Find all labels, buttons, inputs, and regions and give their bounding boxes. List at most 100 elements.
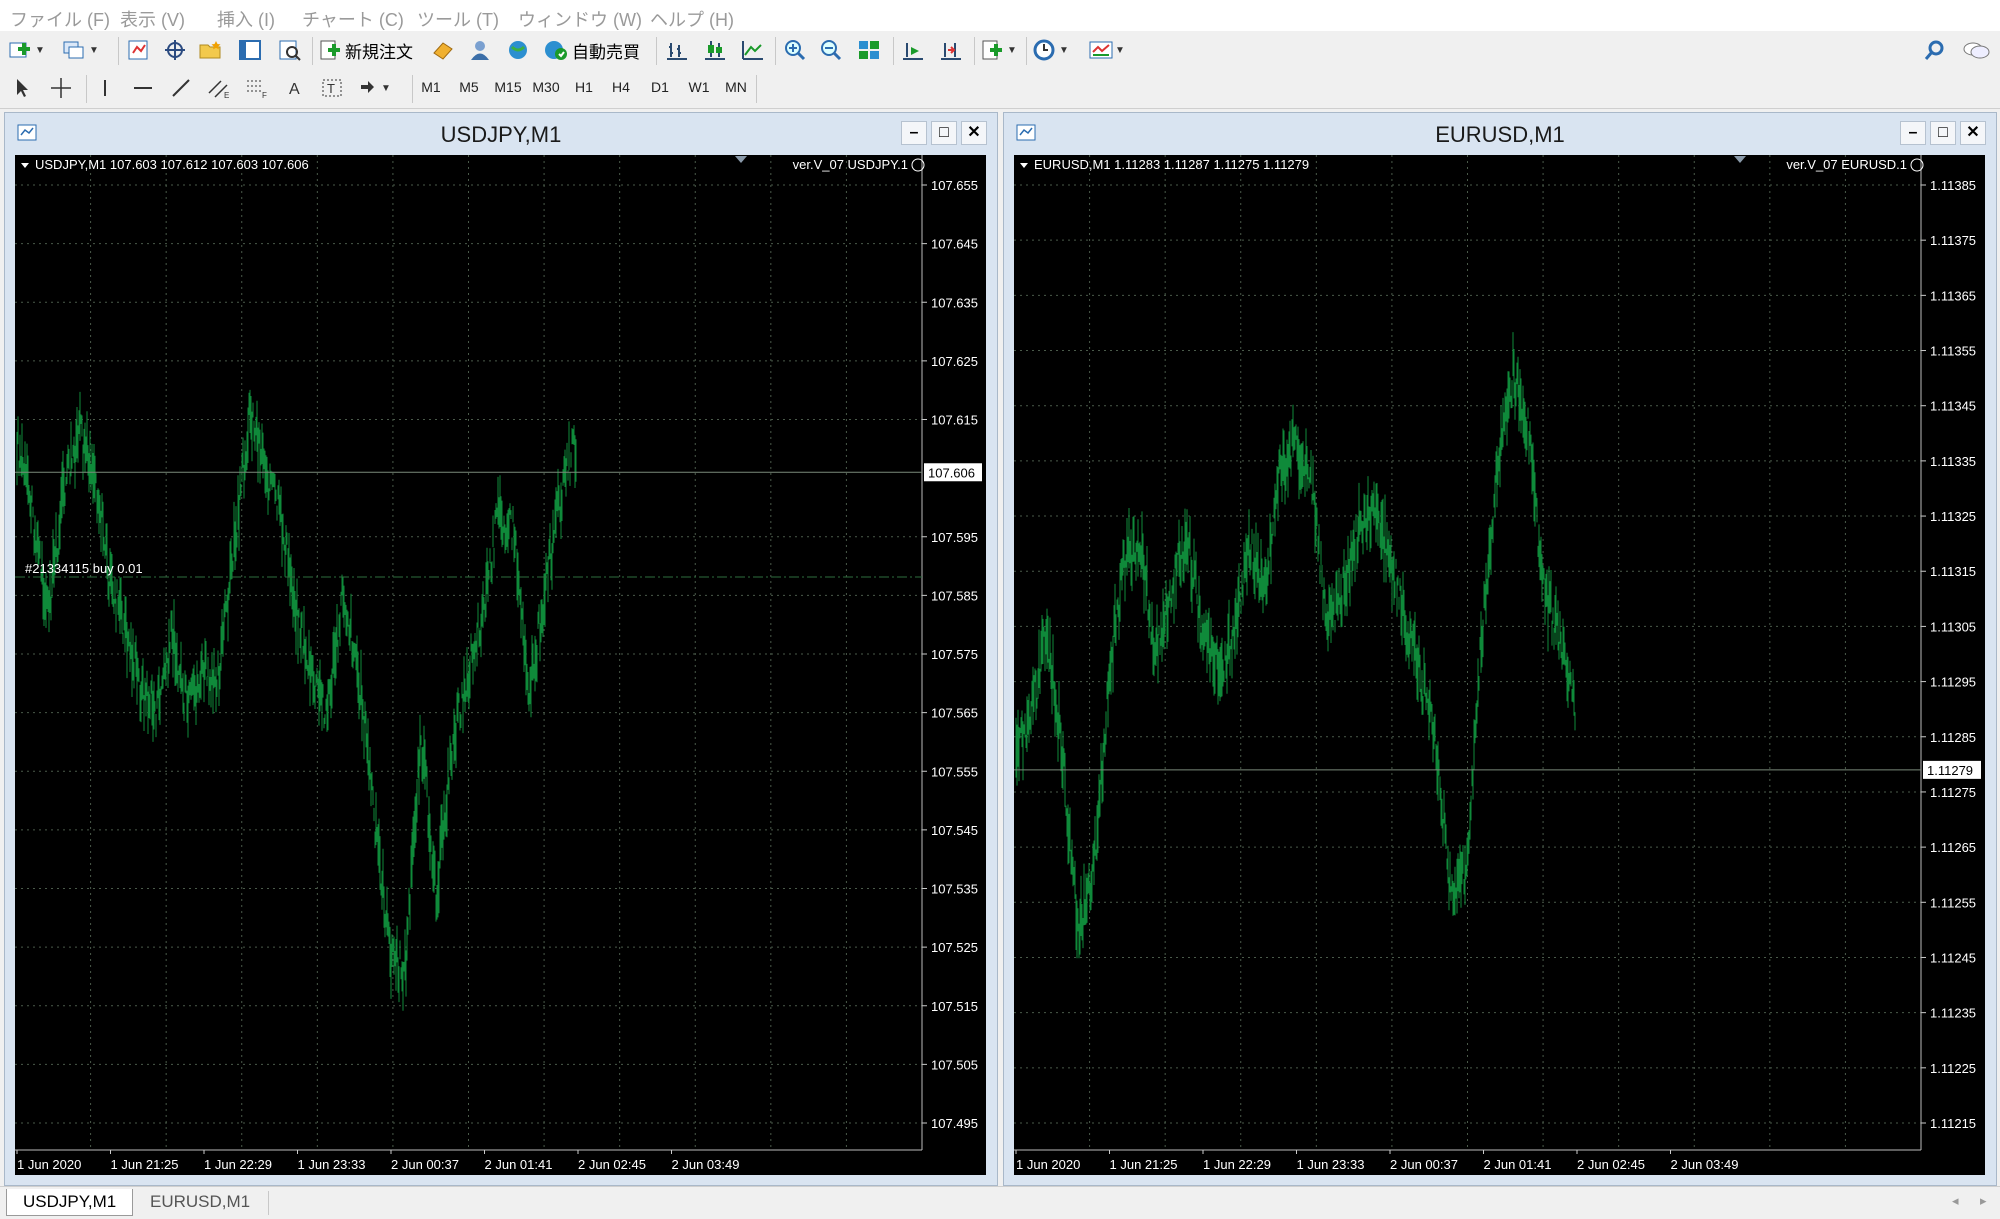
market-watch-button[interactable] — [124, 36, 154, 64]
signals-button[interactable] — [465, 36, 495, 64]
price-label: 1.11355 — [1930, 344, 1976, 359]
time-label: 1 Jun 2020 — [17, 1157, 81, 1172]
menu-tools[interactable]: ツール (T) — [417, 6, 499, 32]
chevron-down-icon[interactable]: ▼ — [35, 45, 45, 56]
price-label: 1.11285 — [1930, 730, 1976, 745]
timeframe-m15[interactable]: M15 — [491, 79, 525, 95]
price-chart-usdjpy[interactable]: 107.655 107.645 107.635 107.625 107.615 107.5… — [5, 113, 997, 1185]
data-window-button[interactable] — [160, 36, 190, 64]
strategy-tester-button[interactable] — [275, 36, 305, 64]
indicators-button[interactable]: ▼ — [980, 36, 1017, 64]
autotrade-button[interactable]: 自動売買 — [543, 36, 640, 64]
price-label: 107.525 — [931, 940, 978, 955]
price-label: 107.635 — [931, 295, 978, 310]
price-chart-eurusd[interactable]: 1.11385 1.11375 1.11365 1.11355 1.11345 1.113… — [1004, 113, 1996, 1185]
equidistant-channel-button[interactable]: E — [204, 74, 234, 102]
metaeditor-button[interactable] — [428, 36, 458, 64]
periods-button[interactable]: ▼ — [1032, 36, 1069, 64]
menu-bar: ファイル (F) 表示 (V) 挿入 (I) チャート (C) ツール (T) … — [0, 0, 2000, 32]
candlestick-button[interactable] — [700, 36, 730, 64]
horizontal-line-button[interactable] — [128, 74, 158, 102]
tile-windows-button[interactable] — [854, 36, 884, 64]
zoom-out-button[interactable] — [816, 36, 846, 64]
trendline-button[interactable] — [166, 74, 196, 102]
auto-scroll-button[interactable] — [898, 36, 928, 64]
menu-window[interactable]: ウィンドウ (W) — [518, 6, 642, 32]
menu-view[interactable]: 表示 (V) — [120, 6, 185, 32]
timeframe-h4[interactable]: H4 — [604, 79, 638, 95]
profiles-button[interactable]: ▼ — [62, 36, 99, 64]
tab-scroll-left-icon[interactable]: ◂ — [1952, 1193, 1959, 1209]
tab-eurusd[interactable]: EURUSD,M1 — [134, 1189, 266, 1215]
auto-scroll-icon — [903, 43, 923, 60]
fibonacci-button[interactable]: F — [242, 74, 272, 102]
terminal-icon — [239, 40, 261, 60]
crosshair-button[interactable] — [46, 74, 76, 102]
chevron-down-icon[interactable]: ▼ — [89, 45, 99, 56]
price-label: 1.11345 — [1930, 399, 1976, 414]
timeframe-m30[interactable]: M30 — [529, 79, 563, 95]
chart-background — [15, 155, 986, 1175]
arrows-button[interactable]: ▼ — [358, 74, 391, 102]
text-icon: A — [289, 81, 300, 98]
price-label: 107.655 — [931, 178, 978, 193]
new-chart-button[interactable]: ▼ — [8, 36, 45, 64]
new-chart-icon — [9, 42, 30, 58]
market-button[interactable] — [503, 36, 533, 64]
price-label: 107.565 — [931, 706, 978, 721]
menu-help[interactable]: ヘルプ (H) — [650, 6, 734, 32]
time-label: 1 Jun 22:29 — [204, 1157, 272, 1172]
chart-tabs-bar: USDJPY,M1 EURUSD,M1 ◂ ▸ — [0, 1186, 2000, 1219]
new-order-button[interactable]: 新規注文 — [318, 36, 413, 64]
template-icon — [1089, 41, 1113, 59]
vertical-line-button[interactable] — [92, 74, 118, 102]
book-icon — [433, 42, 453, 60]
chart-shift-button[interactable] — [936, 36, 966, 64]
current-price-label: 1.11279 — [1927, 763, 1973, 778]
price-label: 1.11325 — [1930, 509, 1976, 524]
text-label-button[interactable]: T — [318, 74, 346, 102]
chart-info-label: USDJPY,M1 107.603 107.612 107.603 107.60… — [35, 157, 309, 172]
price-label: 1.11265 — [1930, 840, 1976, 855]
chart-window-usdjpy[interactable]: USDJPY,M1 – □ ✕ 107.655 107.645 107.635 107… — [4, 112, 998, 1186]
chart-window-eurusd[interactable]: EURUSD,M1 – □ ✕ 1.11385 1.11375 1.11365 1.1… — [1003, 112, 1997, 1186]
time-label: 2 Jun 01:41 — [485, 1157, 553, 1172]
zoom-out-icon — [821, 40, 842, 61]
text-button[interactable]: A — [282, 74, 308, 102]
timeframe-m1[interactable]: M1 — [414, 79, 448, 95]
crosshair-icon — [165, 40, 185, 60]
search-button[interactable] — [1920, 36, 1950, 64]
chevron-down-icon[interactable]: ▼ — [1059, 45, 1069, 56]
bar-chart-button[interactable] — [662, 36, 692, 64]
channel-icon: E — [208, 80, 229, 99]
cursor-button[interactable] — [8, 74, 38, 102]
time-label: 2 Jun 00:37 — [391, 1157, 459, 1172]
price-label: 1.11275 — [1930, 785, 1976, 800]
tab-usdjpy[interactable]: USDJPY,M1 — [6, 1189, 134, 1216]
timeframe-d1[interactable]: D1 — [643, 79, 677, 95]
menu-chart[interactable]: チャート (C) — [302, 6, 404, 32]
timeframe-w1[interactable]: W1 — [682, 79, 716, 95]
standard-toolbar: ▼ ▼ 新規注文 自動売買 ▼ ▼ ▼ — [0, 31, 2000, 70]
timeframe-h1[interactable]: H1 — [567, 79, 601, 95]
chevron-down-icon[interactable]: ▼ — [381, 83, 391, 94]
terminal-button[interactable] — [235, 36, 265, 64]
chevron-down-icon[interactable]: ▼ — [1007, 45, 1017, 56]
tab-scroll-right-icon[interactable]: ▸ — [1980, 1193, 1987, 1209]
svg-text:A: A — [289, 81, 300, 98]
timeframe-m5[interactable]: M5 — [452, 79, 486, 95]
menu-insert[interactable]: 挿入 (I) — [217, 6, 275, 32]
line-chart-button[interactable] — [738, 36, 768, 64]
zoom-in-button[interactable] — [780, 36, 810, 64]
templates-button[interactable]: ▼ — [1088, 36, 1125, 64]
new-order-icon — [320, 40, 340, 60]
time-label: 1 Jun 21:25 — [1110, 1157, 1178, 1172]
svg-text:E: E — [224, 91, 229, 99]
navigator-button[interactable] — [196, 36, 226, 64]
chat-button[interactable] — [1960, 36, 1992, 64]
timeframe-mn[interactable]: MN — [719, 79, 753, 95]
menu-file[interactable]: ファイル (F) — [10, 6, 110, 32]
chevron-down-icon[interactable]: ▼ — [1115, 45, 1125, 56]
price-label: 1.11235 — [1930, 1006, 1976, 1021]
time-label: 1 Jun 2020 — [1016, 1157, 1080, 1172]
